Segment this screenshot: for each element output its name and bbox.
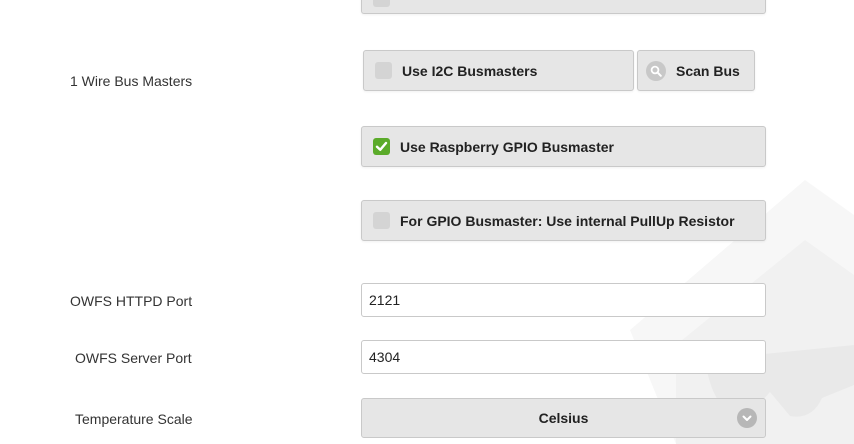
search-icon [646, 60, 666, 81]
use-i2c-busmasters-button[interactable]: Use I2C Busmasters [363, 50, 634, 91]
temperature-scale-value: Celsius [538, 410, 589, 426]
check-icon [375, 141, 388, 151]
gpio-button-label: Use Raspberry GPIO Busmaster [400, 138, 614, 155]
temperature-scale-select[interactable]: Celsius [361, 398, 766, 438]
gpio-pullup-button[interactable]: For GPIO Busmaster: Use internal PullUp … [361, 200, 766, 241]
label-temperature-scale: Temperature Scale [75, 411, 193, 427]
label-bus-masters: 1 Wire Bus Masters [70, 73, 193, 89]
checkbox-gpio[interactable] [373, 138, 390, 155]
scan-button-label: Scan Bus [676, 62, 740, 79]
i2c-button-label: Use I2C Busmasters [402, 62, 538, 79]
server-port-input[interactable]: 4304 [361, 340, 766, 374]
pullup-button-label: For GPIO Busmaster: Use internal PullUp … [400, 212, 735, 229]
httpd-port-input[interactable]: 2121 [361, 283, 766, 317]
label-server-port: OWFS Server Port [75, 350, 192, 366]
label-httpd-port: OWFS HTTPD Port [70, 293, 193, 309]
checkbox-pullup[interactable] [373, 212, 390, 229]
top-partial-button[interactable] [361, 0, 766, 14]
checkbox-i2c[interactable] [375, 62, 392, 79]
checkbox-top-partial[interactable] [373, 0, 390, 7]
chevron-down-icon [737, 408, 757, 428]
scan-bus-button[interactable]: Scan Bus [637, 50, 755, 91]
use-gpio-busmaster-button[interactable]: Use Raspberry GPIO Busmaster [361, 126, 766, 167]
